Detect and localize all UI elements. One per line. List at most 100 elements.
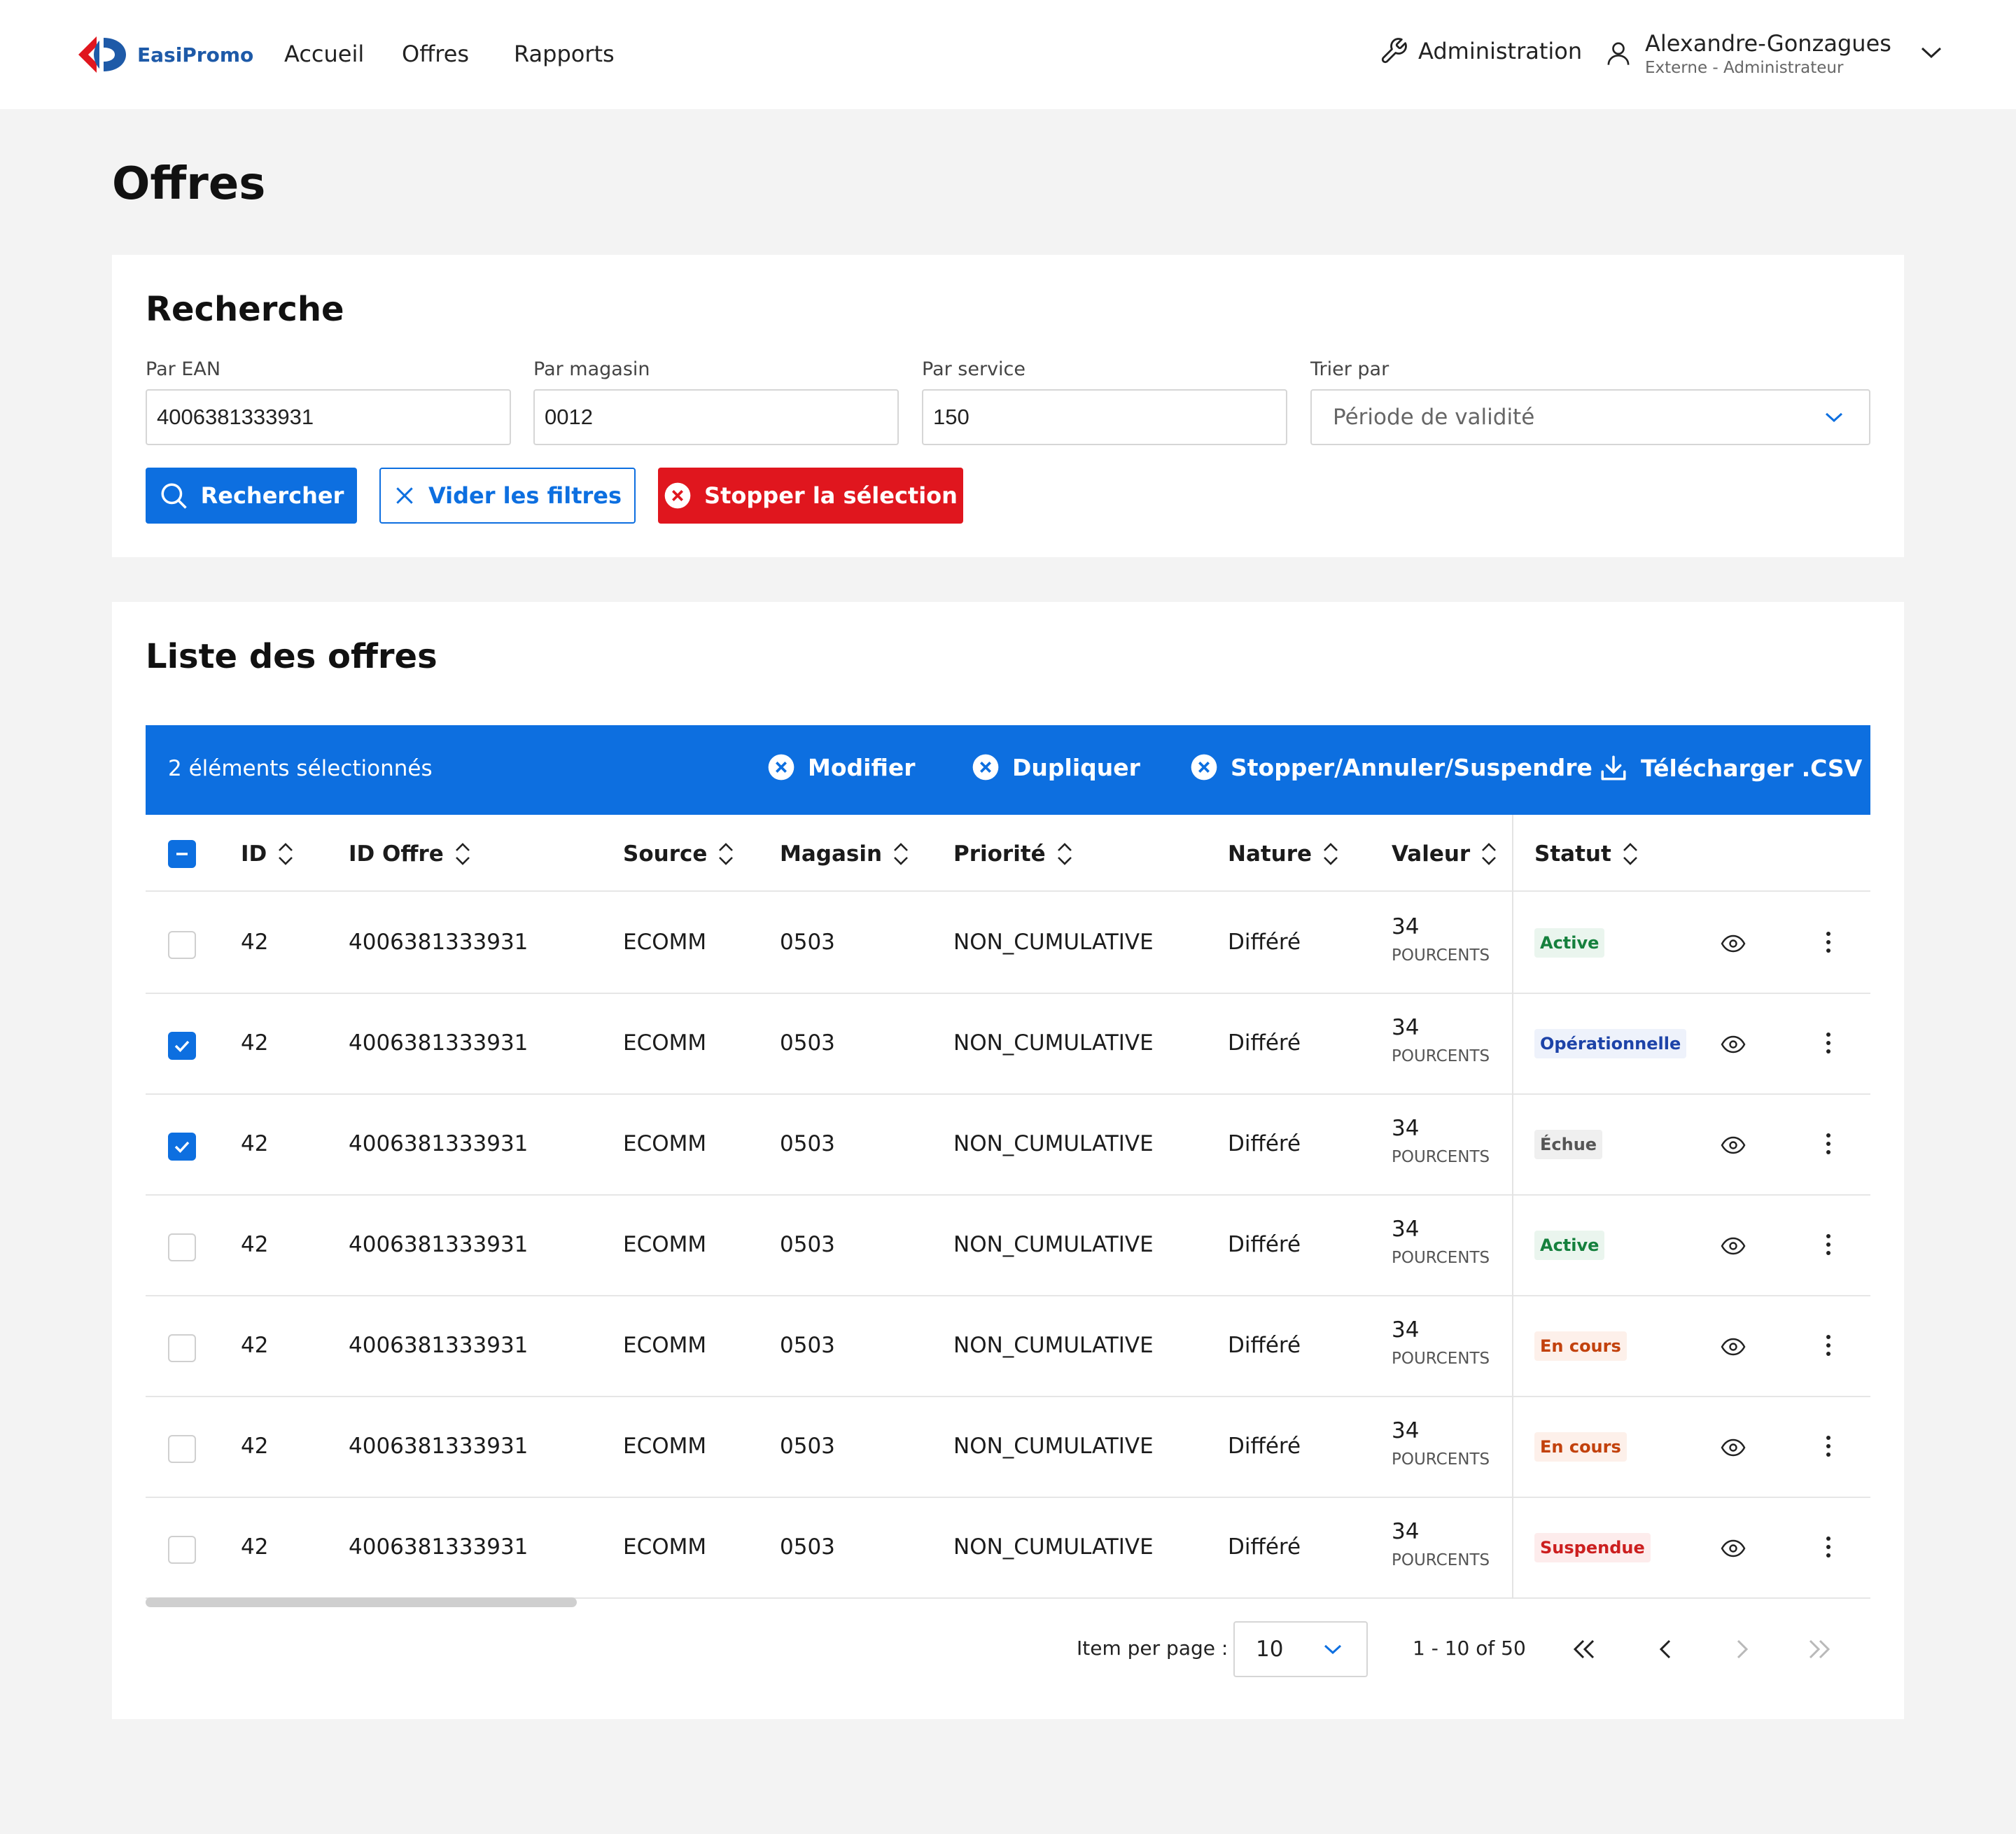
cell-nature: Différé xyxy=(1228,930,1301,955)
stop-selection-button[interactable]: Stopper la sélection xyxy=(658,468,963,524)
items-per-page-select[interactable]: 10 xyxy=(1233,1621,1368,1677)
search-button[interactable]: Rechercher xyxy=(146,468,357,524)
download-csv-label: Télécharger .CSV xyxy=(1641,754,1863,782)
cell-source: ECOMM xyxy=(623,1333,707,1358)
minus-icon xyxy=(176,853,188,855)
column-header-statut[interactable]: Statut xyxy=(1534,840,1639,868)
service-input[interactable] xyxy=(922,389,1287,445)
row-menu-button[interactable] xyxy=(1823,1231,1834,1259)
items-per-page-value: 10 xyxy=(1256,1637,1284,1662)
status-badge: Échue xyxy=(1534,1130,1603,1159)
administration-link[interactable]: Administration xyxy=(1379,36,1582,66)
carrefour-logo-icon xyxy=(78,36,126,73)
cell-id: 42 xyxy=(241,1131,269,1156)
cell-value: 34 xyxy=(1392,914,1420,939)
selection-count: 2 éléments sélectionnés xyxy=(168,756,433,781)
cell-store: 0503 xyxy=(780,1434,835,1459)
nav-item-accueil[interactable]: Accueil xyxy=(284,41,364,67)
table-row: 42 4006381333931 ECOMM 0503 NON_CUMULATIVE Di… xyxy=(146,994,1870,1095)
cell-priority: NON_CUMULATIVE xyxy=(953,1131,1154,1156)
cell-source: ECOMM xyxy=(623,1534,707,1560)
row-menu-button[interactable] xyxy=(1823,928,1834,956)
column-header-valeur[interactable]: Valeur xyxy=(1392,840,1498,868)
row-menu-button[interactable] xyxy=(1823,1130,1834,1158)
app-logo[interactable]: EasiPromo xyxy=(76,35,253,74)
nav-item-offres[interactable]: Offres xyxy=(402,41,469,67)
table-row: 42 4006381333931 ECOMM 0503 NON_CUMULATIVE Di… xyxy=(146,893,1870,994)
sort-select[interactable]: Période de validité xyxy=(1310,389,1870,445)
row-menu-button[interactable] xyxy=(1823,1533,1834,1561)
row-menu-button[interactable] xyxy=(1823,1432,1834,1460)
eye-icon xyxy=(1721,1338,1746,1356)
chevron-down-icon xyxy=(1825,412,1843,423)
cell-nature: Différé xyxy=(1228,1131,1301,1156)
select-all-checkbox[interactable] xyxy=(168,840,196,868)
duplicate-action[interactable]: Dupliquer xyxy=(972,753,1140,781)
row-menu-button[interactable] xyxy=(1823,1331,1834,1359)
search-button-label: Rechercher xyxy=(200,482,344,509)
view-button[interactable] xyxy=(1721,1337,1746,1357)
cell-value-unit: POURCENTS xyxy=(1392,1450,1490,1469)
column-header-magasin[interactable]: Magasin xyxy=(780,840,910,868)
eye-icon xyxy=(1721,1237,1746,1255)
user-role: Externe - Administrateur xyxy=(1645,59,1844,77)
cell-priority: NON_CUMULATIVE xyxy=(953,930,1154,955)
sort-icon xyxy=(1057,843,1072,865)
view-button[interactable] xyxy=(1721,1135,1746,1155)
more-options-icon xyxy=(1826,1436,1830,1457)
column-header-nature[interactable]: Nature xyxy=(1228,840,1340,868)
search-icon xyxy=(161,483,187,509)
cell-value: 34 xyxy=(1392,1217,1420,1242)
ean-input[interactable] xyxy=(146,389,511,445)
cell-source: ECOMM xyxy=(623,1030,707,1056)
last-page-icon[interactable] xyxy=(1805,1635,1833,1663)
clear-filters-label: Vider les filtres xyxy=(428,482,622,509)
column-header-priorite[interactable]: Priorité xyxy=(953,840,1074,868)
view-button[interactable] xyxy=(1721,1539,1746,1558)
row-checkbox[interactable] xyxy=(168,1435,196,1463)
cell-value-unit: POURCENTS xyxy=(1392,946,1490,965)
cell-value: 34 xyxy=(1392,1418,1420,1443)
row-checkbox[interactable] xyxy=(168,1032,196,1060)
view-button[interactable] xyxy=(1721,1236,1746,1256)
first-page-icon[interactable] xyxy=(1571,1635,1599,1663)
store-label: Par magasin xyxy=(533,358,650,380)
column-header-id-offre[interactable]: ID Offre xyxy=(349,840,472,868)
search-card: Recherche Par EAN Par magasin Par servic… xyxy=(112,255,1904,557)
status-badge: Opérationnelle xyxy=(1534,1029,1687,1058)
column-header-source[interactable]: Source xyxy=(623,840,735,868)
row-checkbox[interactable] xyxy=(168,931,196,959)
row-checkbox[interactable] xyxy=(168,1133,196,1161)
status-badge: Active xyxy=(1534,928,1605,958)
modify-action[interactable]: Modifier xyxy=(767,753,916,781)
clear-filters-button[interactable]: Vider les filtres xyxy=(379,468,636,524)
chevron-down-icon[interactable] xyxy=(1919,45,1943,60)
stop-cancel-suspend-action[interactable]: Stopper/Annuler/Suspendre xyxy=(1190,753,1592,781)
column-header-label: Nature xyxy=(1228,841,1312,867)
view-button[interactable] xyxy=(1721,934,1746,953)
next-page-icon[interactable] xyxy=(1728,1635,1756,1663)
view-button[interactable] xyxy=(1721,1035,1746,1054)
nav-item-rapports[interactable]: Rapports xyxy=(514,41,615,67)
table-row: 42 4006381333931 ECOMM 0503 NON_CUMULATIVE Di… xyxy=(146,1296,1870,1397)
row-checkbox[interactable] xyxy=(168,1334,196,1362)
previous-page-icon[interactable] xyxy=(1652,1635,1680,1663)
download-csv-action[interactable]: Télécharger .CSV xyxy=(1599,753,1862,783)
chevron-down-icon xyxy=(1324,1644,1342,1655)
table-header: ID ID Offre Source Magasin Priorité Natu… xyxy=(146,815,1870,892)
row-menu-button[interactable] xyxy=(1823,1029,1834,1057)
cell-offer-id: 4006381333931 xyxy=(349,1030,528,1056)
row-checkbox[interactable] xyxy=(168,1233,196,1261)
store-input[interactable] xyxy=(533,389,899,445)
column-header-id[interactable]: ID xyxy=(241,840,295,868)
horizontal-scrollbar[interactable] xyxy=(146,1597,577,1607)
cell-id: 42 xyxy=(241,1434,269,1459)
column-header-label: Magasin xyxy=(780,841,883,867)
circle-close-icon xyxy=(664,482,691,509)
cell-nature: Différé xyxy=(1228,1232,1301,1257)
ean-label: Par EAN xyxy=(146,358,221,380)
more-options-icon xyxy=(1826,1234,1830,1255)
view-button[interactable] xyxy=(1721,1438,1746,1457)
user-menu[interactable]: Alexandre-Gonzagues Externe - Administra… xyxy=(1604,28,1891,77)
row-checkbox[interactable] xyxy=(168,1536,196,1564)
